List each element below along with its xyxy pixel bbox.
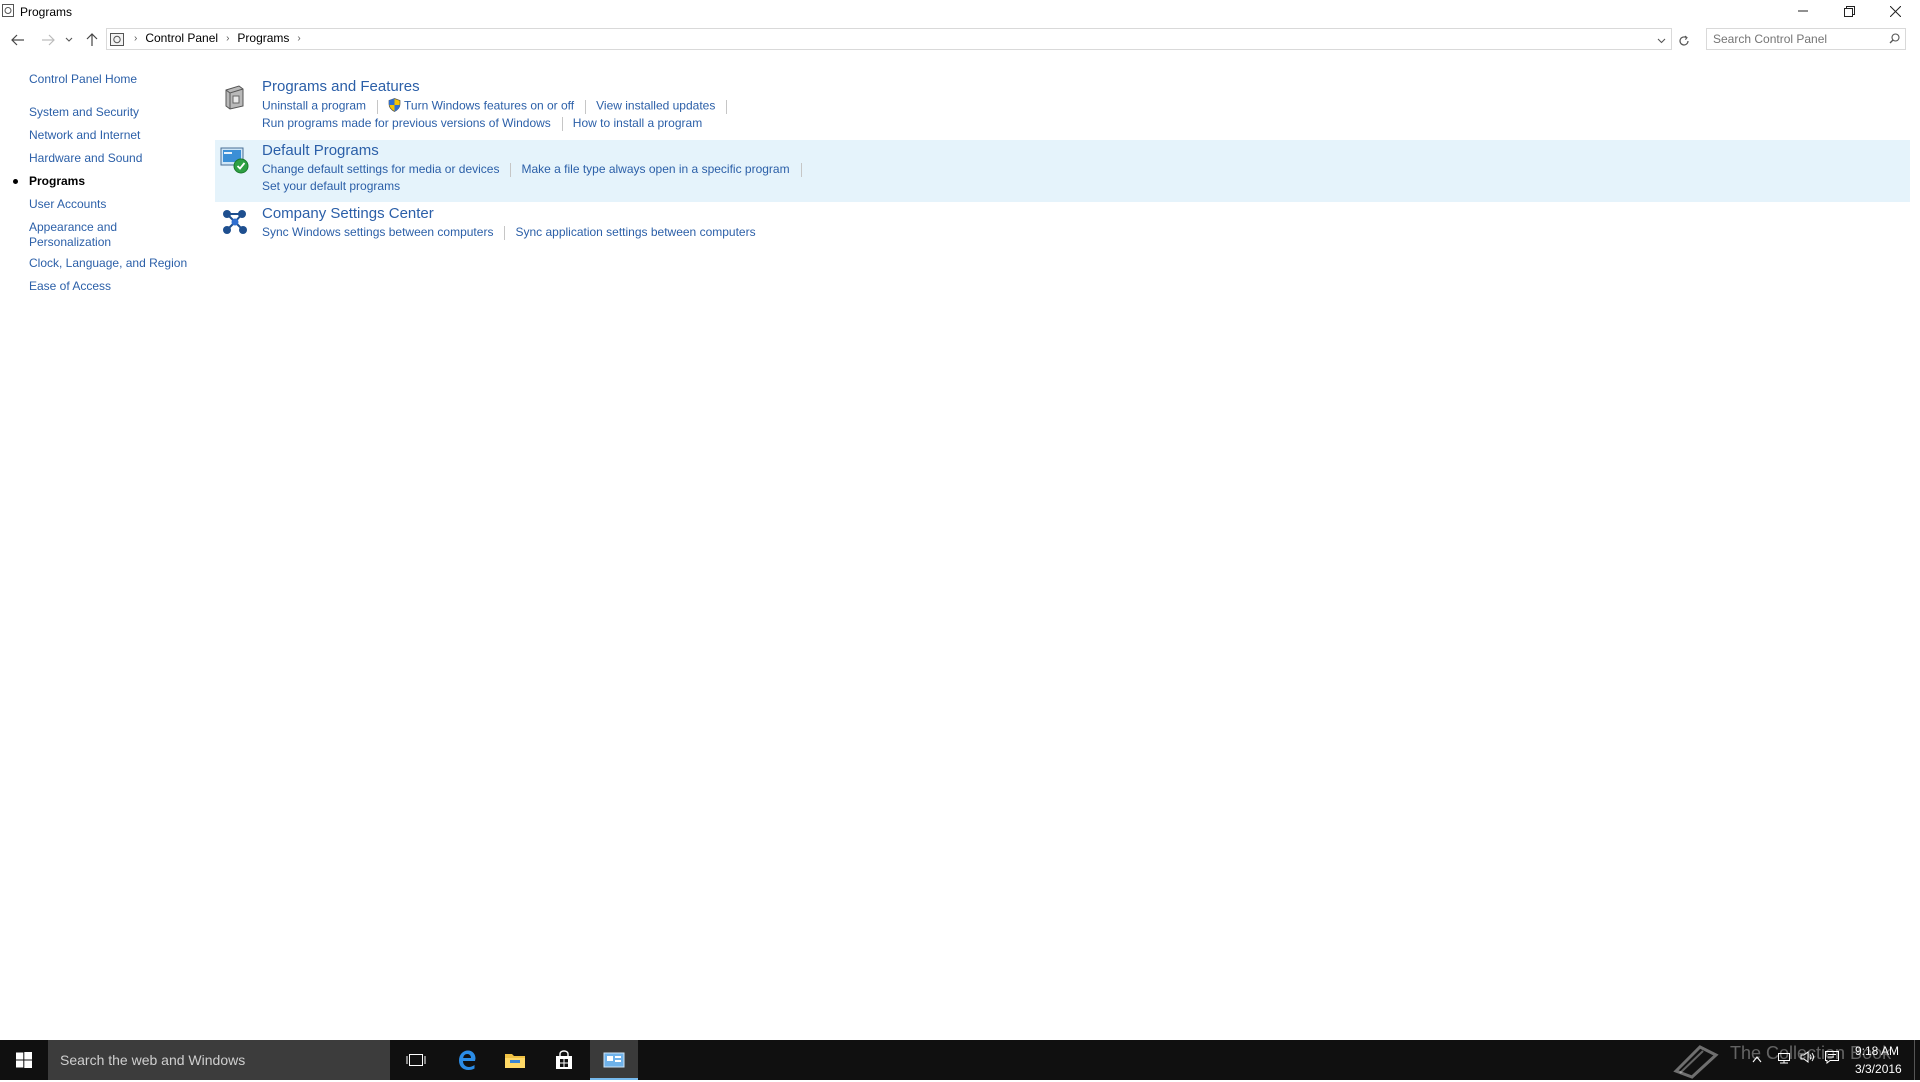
uninstall-program-link[interactable]: Uninstall a program bbox=[262, 99, 366, 113]
minimize-button[interactable] bbox=[1780, 0, 1826, 22]
link-separator bbox=[561, 116, 563, 131]
set-default-programs-link[interactable]: Set your default programs bbox=[262, 179, 400, 193]
sync-application-settings-link[interactable]: Sync application settings between comput… bbox=[515, 225, 755, 239]
edge-browser-button[interactable] bbox=[443, 1040, 491, 1080]
nav-appearance-and-personalization-line2[interactable]: Personalization bbox=[29, 235, 111, 249]
file-explorer-button[interactable] bbox=[491, 1040, 539, 1080]
network-icon[interactable] bbox=[1776, 1050, 1792, 1067]
link-separator bbox=[585, 99, 587, 114]
address-bar[interactable] bbox=[106, 28, 1672, 50]
link-separator bbox=[377, 99, 379, 114]
task-view-icon bbox=[406, 1054, 426, 1066]
company-settings-icon bbox=[220, 207, 250, 240]
nav-programs-current: Programs bbox=[29, 174, 86, 188]
chevron-right-icon[interactable]: › bbox=[293, 33, 304, 44]
default-programs-icon bbox=[220, 145, 250, 178]
link-separator bbox=[504, 225, 506, 240]
link-separator bbox=[510, 162, 512, 177]
change-default-media-settings-link[interactable]: Change default settings for media or dev… bbox=[262, 162, 499, 176]
default-programs-links-row2: Set your default programs bbox=[262, 179, 400, 193]
windows-logo-icon bbox=[16, 1052, 32, 1068]
edge-icon bbox=[459, 1050, 476, 1070]
default-programs-title[interactable]: Default Programs bbox=[262, 142, 379, 159]
programs-features-links-row1: Uninstall a program Turn Windows features… bbox=[262, 98, 737, 115]
control-panel-location-icon bbox=[110, 32, 124, 49]
back-button[interactable] bbox=[8, 30, 28, 50]
control-panel-home-link[interactable]: Control Panel Home bbox=[29, 72, 137, 86]
clock-time[interactable]: 9:18 AM bbox=[1855, 1044, 1899, 1058]
arrow-right-icon bbox=[42, 34, 55, 46]
how-to-install-program-link[interactable]: How to install a program bbox=[573, 116, 702, 130]
nav-network-and-internet[interactable]: Network and Internet bbox=[29, 128, 140, 142]
close-button[interactable] bbox=[1872, 0, 1918, 22]
restore-button[interactable] bbox=[1826, 0, 1872, 22]
clock-date[interactable]: 3/3/2016 bbox=[1855, 1062, 1902, 1076]
link-separator bbox=[800, 162, 802, 177]
current-page-bullet bbox=[13, 179, 18, 184]
refresh-button[interactable] bbox=[1674, 31, 1694, 51]
show-desktop-button[interactable] bbox=[1914, 1040, 1915, 1080]
arrow-left-icon bbox=[11, 34, 24, 46]
control-panel-window-icon bbox=[2, 4, 14, 17]
chevron-up-icon bbox=[1752, 1056, 1762, 1063]
default-programs-links-row1: Change default settings for media or dev… bbox=[262, 162, 812, 177]
search-input[interactable] bbox=[1713, 30, 1873, 48]
window-title: Programs bbox=[20, 5, 73, 19]
chevron-down-icon bbox=[65, 37, 73, 42]
nav-appearance-and-personalization[interactable]: Appearance and bbox=[29, 220, 117, 234]
folder-icon bbox=[505, 1054, 525, 1068]
forward-button[interactable] bbox=[38, 30, 58, 50]
search-icon[interactable] bbox=[1889, 33, 1900, 47]
company-settings-center-title[interactable]: Company Settings Center bbox=[262, 205, 434, 222]
address-dropdown-button[interactable] bbox=[1652, 31, 1670, 51]
uac-shield-icon bbox=[388, 98, 401, 115]
refresh-icon bbox=[1679, 35, 1689, 46]
up-button[interactable] bbox=[82, 30, 102, 50]
chevron-down-icon bbox=[1657, 38, 1665, 44]
nav-clock-language-region[interactable]: Clock, Language, and Region bbox=[29, 256, 187, 270]
programs-features-links-row2: Run programs made for previous versions … bbox=[262, 116, 702, 131]
title-bar bbox=[0, 0, 1920, 24]
sync-windows-settings-link[interactable]: Sync Windows settings between computers bbox=[262, 225, 493, 239]
nav-user-accounts[interactable]: User Accounts bbox=[29, 197, 106, 211]
nav-hardware-and-sound[interactable]: Hardware and Sound bbox=[29, 151, 142, 165]
view-installed-updates-link[interactable]: View installed updates bbox=[596, 99, 715, 113]
recent-locations-button[interactable] bbox=[62, 30, 76, 50]
run-programs-previous-versions-link[interactable]: Run programs made for previous versions … bbox=[262, 116, 551, 130]
chevron-right-icon[interactable]: › bbox=[130, 33, 141, 44]
nav-system-and-security[interactable]: System and Security bbox=[29, 105, 139, 119]
search-box[interactable] bbox=[1706, 28, 1906, 50]
task-view-button[interactable] bbox=[392, 1040, 440, 1080]
programs-and-features-title[interactable]: Programs and Features bbox=[262, 78, 420, 95]
book-logo-icon bbox=[1670, 1041, 1722, 1082]
store-bag-icon bbox=[556, 1050, 572, 1069]
programs-features-icon bbox=[221, 82, 247, 113]
turn-windows-features-link[interactable]: Turn Windows features on or off bbox=[404, 99, 574, 113]
breadcrumb: › Control Panel › Programs › bbox=[130, 31, 305, 45]
store-button[interactable] bbox=[540, 1040, 588, 1080]
volume-icon[interactable] bbox=[1800, 1050, 1816, 1067]
control-panel-taskbar-icon bbox=[590, 1040, 638, 1080]
company-settings-links-row1: Sync Windows settings between computers S… bbox=[262, 225, 756, 240]
nav-ease-of-access[interactable]: Ease of Access bbox=[29, 279, 111, 293]
chevron-right-icon[interactable]: › bbox=[222, 33, 233, 44]
breadcrumb-control-panel[interactable]: Control Panel bbox=[141, 31, 222, 45]
link-separator bbox=[726, 99, 728, 114]
show-hidden-icons-button[interactable] bbox=[1752, 1052, 1762, 1066]
action-center-icon[interactable] bbox=[1824, 1050, 1840, 1067]
arrow-up-icon bbox=[86, 33, 98, 46]
taskbar-search-text: Search the web and Windows bbox=[60, 1052, 246, 1068]
start-button[interactable] bbox=[0, 1040, 48, 1080]
breadcrumb-programs[interactable]: Programs bbox=[233, 31, 293, 45]
file-type-always-open-link[interactable]: Make a file type always open in a specif… bbox=[521, 162, 789, 176]
